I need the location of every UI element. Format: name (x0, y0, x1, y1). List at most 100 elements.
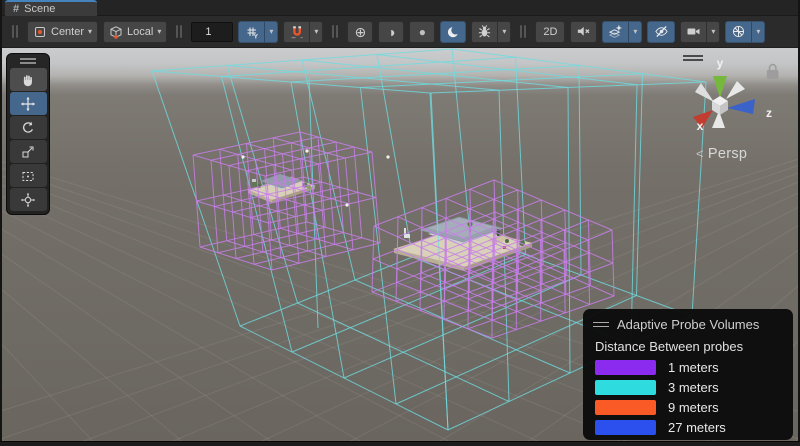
debug-mode-button[interactable] (471, 21, 497, 43)
legend-label: 27 meters (668, 420, 726, 435)
grid-visibility-dropdown[interactable]: ▾ (264, 21, 278, 43)
grid-visibility-button[interactable]: Y (238, 21, 264, 43)
scene-tab-label: Scene (24, 3, 55, 15)
gizmos-dropdown[interactable]: ▾ (751, 21, 765, 43)
scene-lighting-button[interactable] (440, 21, 466, 43)
rect-tool-button[interactable] (10, 164, 47, 187)
chevron-down-icon: ▾ (269, 28, 273, 36)
window-bottom-edge (0, 441, 800, 446)
rotate-tool-button[interactable] (10, 116, 47, 139)
half-sphere-icon: ◑ (387, 25, 395, 39)
move-tool-button[interactable] (10, 92, 47, 115)
mode-2d-button[interactable]: 2D (535, 21, 565, 43)
legend-swatch (595, 360, 656, 375)
cube-icon (109, 25, 123, 39)
video-camera-icon (686, 24, 701, 39)
chevron-down-icon: ▾ (502, 28, 506, 36)
legend-swatch (595, 380, 656, 395)
projection-toggle[interactable]: < Persp (696, 146, 747, 162)
overlay-drag-handle[interactable] (593, 322, 609, 327)
shaded-wireframe-button[interactable]: ◑ (378, 21, 404, 43)
axis-y-label: y (717, 56, 724, 70)
debug-mode-split-button: ▾ (471, 21, 511, 43)
debug-mode-dropdown[interactable]: ▾ (497, 21, 511, 43)
apv-legend-rows: 1 meters 3 meters 9 meters 27 meters (593, 360, 783, 435)
unlit-mode-button[interactable]: ● (409, 21, 435, 43)
axis-z-label: z (766, 106, 772, 120)
effects-split-button: ▾ (602, 21, 642, 43)
camera-dropdown[interactable]: ▾ (706, 21, 720, 43)
orientation-gizmo[interactable]: y x z (658, 48, 798, 144)
apv-legend-subtitle: Distance Between probes (595, 339, 783, 354)
house-models (248, 174, 532, 271)
overlay-drag-handle[interactable] (20, 58, 36, 64)
chevron-down-icon: ▾ (157, 28, 161, 36)
apv-legend-header: Adaptive Probe Volumes (593, 317, 783, 332)
legend-item: 27 meters (595, 420, 783, 435)
solid-sphere-icon: ● (419, 26, 426, 38)
axis-x-label: x (697, 119, 704, 133)
wireframe-sphere-icon: ⊕ (354, 25, 366, 39)
handle-orientation-label: Local (126, 26, 154, 38)
lock-icon[interactable] (767, 65, 779, 79)
chevron-down-icon: ▾ (756, 28, 760, 36)
toolbar-drag-handle[interactable] (332, 25, 338, 38)
svg-text:Y: Y (253, 33, 258, 39)
gizmos-toggle-button[interactable] (725, 21, 751, 43)
axis-y-cone (713, 76, 727, 98)
legend-item: 3 meters (595, 380, 783, 395)
scene-visibility-button[interactable] (647, 21, 675, 43)
speaker-muted-icon (576, 24, 591, 39)
legend-label: 9 meters (668, 400, 719, 415)
grid-visibility-split-button: Y ▾ (238, 21, 278, 43)
projection-label: Persp (708, 146, 747, 162)
toolbar-drag-handle[interactable] (520, 25, 526, 38)
move-icon (20, 96, 36, 112)
moon-icon (446, 25, 460, 39)
chevron-down-icon: ▾ (711, 28, 715, 36)
hand-icon (20, 72, 36, 88)
rotate-icon (20, 120, 36, 136)
tools-overlay (6, 53, 50, 215)
toolbar-drag-handle[interactable] (12, 25, 18, 38)
tab-bar: # Scene (2, 0, 798, 16)
scale-icon (20, 144, 36, 160)
toolbar-drag-handle[interactable] (176, 25, 182, 38)
gizmo-sphere-icon (731, 24, 746, 39)
bug-icon (477, 24, 492, 39)
effects-toggle-button[interactable] (602, 21, 628, 43)
legend-item: 1 meters (595, 360, 783, 375)
audio-toggle-button[interactable] (570, 21, 597, 43)
view-pan-tool-button[interactable] (10, 68, 47, 91)
pivot-mode-button[interactable]: Center ▾ (27, 21, 98, 43)
scene-tab[interactable]: # Scene (5, 0, 97, 16)
overlay-drag-handle[interactable] (683, 56, 703, 60)
legend-label: 1 meters (668, 360, 719, 375)
handle-orientation-button[interactable]: Local ▾ (103, 21, 167, 43)
unity-scene-view-window: # Scene Center ▾ Local ▾ (0, 0, 800, 446)
effects-dropdown[interactable]: ▾ (628, 21, 642, 43)
scene-viewport[interactable]: y x z < Persp Adaptive Probe Volumes Dist… (2, 48, 798, 441)
shading-mode-button[interactable]: ⊕ (347, 21, 373, 43)
mode-2d-label: 2D (543, 26, 557, 38)
magnet-icon (290, 25, 304, 39)
transform-tool-button[interactable] (10, 188, 47, 211)
pivot-icon (33, 25, 47, 39)
axis-z-cone (727, 99, 755, 114)
chevron-down-icon: ▾ (88, 28, 92, 36)
grid-snap-split-button: ▾ (283, 21, 323, 43)
legend-item: 9 meters (595, 400, 783, 415)
legend-swatch (595, 400, 656, 415)
scene-camera-button[interactable] (680, 21, 706, 43)
effects-sparkle-icon (608, 24, 623, 39)
camera-split-button: ▾ (680, 21, 720, 43)
grid-snap-button[interactable] (283, 21, 309, 43)
legend-label: 3 meters (668, 380, 719, 395)
snap-increment-input[interactable] (191, 22, 233, 42)
grid-snap-dropdown[interactable]: ▾ (309, 21, 323, 43)
chevron-down-icon: ▾ (633, 28, 637, 36)
scale-tool-button[interactable] (10, 140, 47, 163)
persp-arrow-icon: < (696, 146, 704, 161)
apv-legend-title: Adaptive Probe Volumes (617, 317, 759, 332)
transform-icon (20, 192, 36, 208)
